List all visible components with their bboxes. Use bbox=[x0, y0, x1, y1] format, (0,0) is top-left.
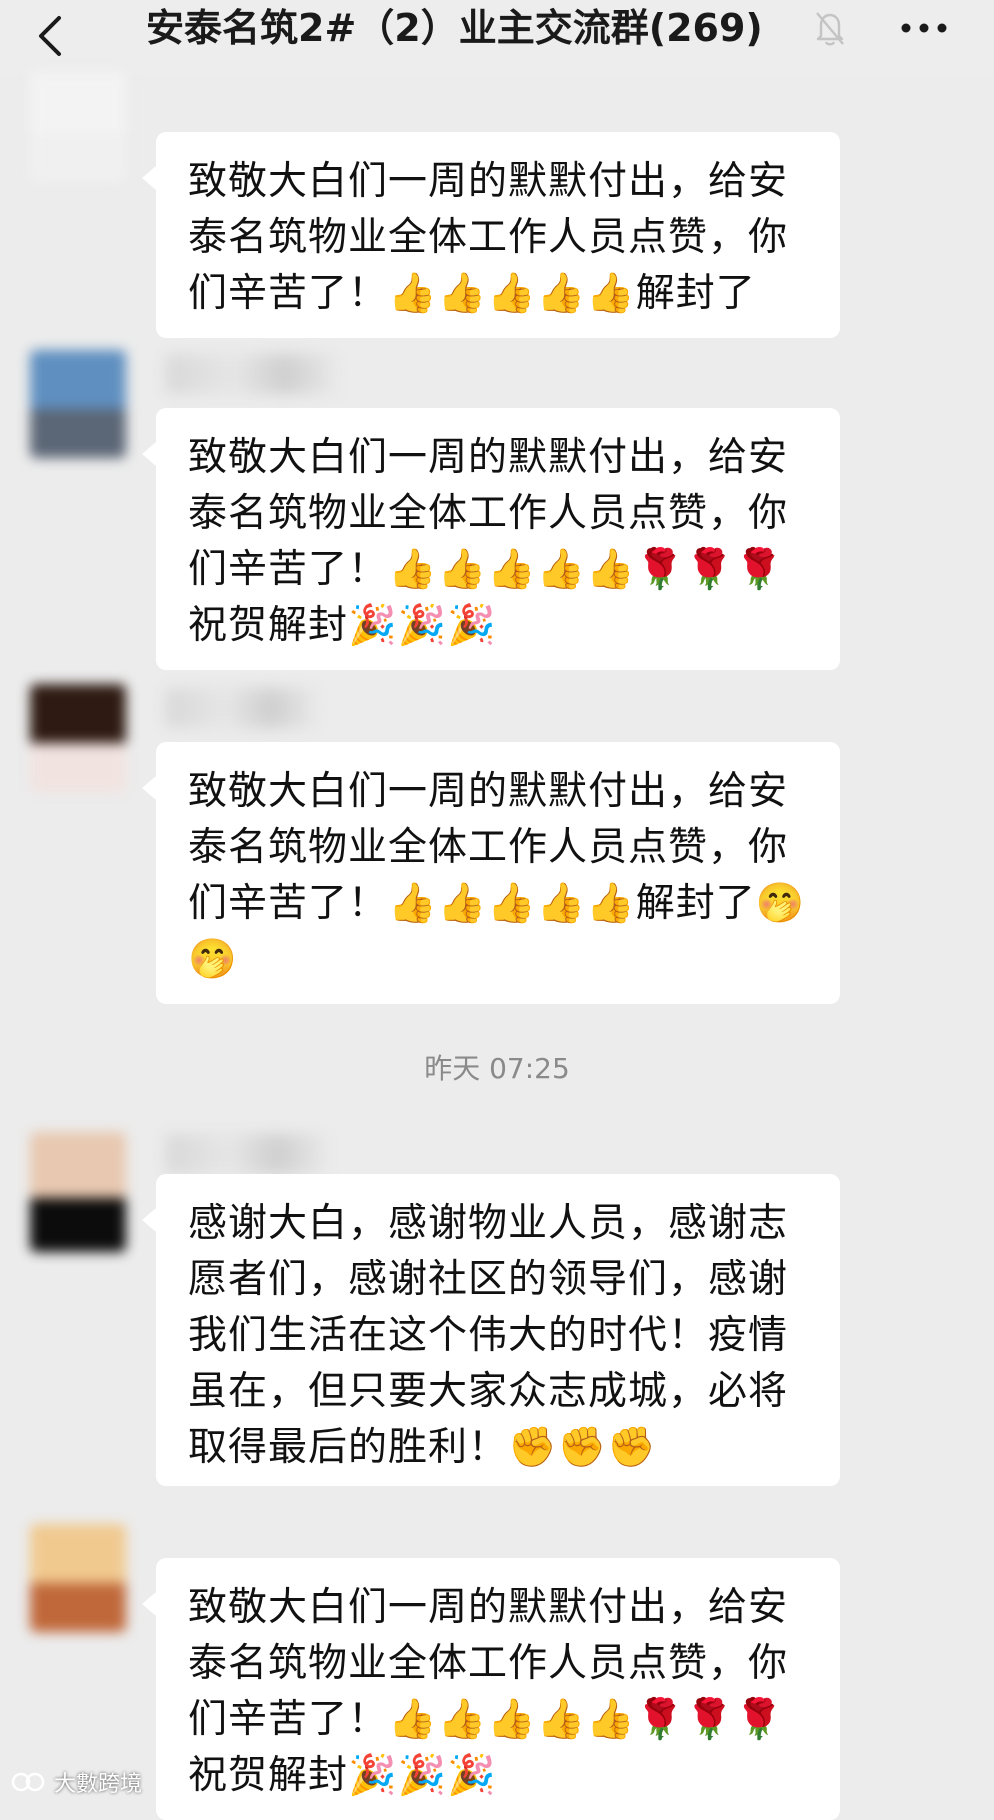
message-text: 感谢大白，感谢物业人员，感谢志愿者们，感谢社区的领导们，感谢我们生活在这个伟大的… bbox=[188, 1201, 789, 1470]
sender-avatar[interactable] bbox=[30, 72, 126, 182]
message-bubble[interactable]: 致敬大白们一周的默默付出，给安泰名筑物业全体工作人员点赞，你们辛苦了！👍👍👍👍👍… bbox=[142, 408, 840, 670]
sender-avatar[interactable] bbox=[30, 1132, 126, 1252]
message-bubble[interactable]: 致敬大白们一周的默默付出，给安泰名筑物业全体工作人员点赞，你们辛苦了！👍👍👍👍👍… bbox=[142, 742, 840, 1004]
watermark-text: 大數跨境 bbox=[54, 1772, 143, 1797]
message-text: 致敬大白们一周的默默付出，给安泰名筑物业全体工作人员点赞，你们辛苦了！👍👍👍👍👍… bbox=[188, 1585, 789, 1798]
chat-header: 安泰名筑2#（2）业主交流群(269) bbox=[0, 0, 994, 76]
message-text: 致敬大白们一周的默默付出，给安泰名筑物业全体工作人员点赞，你们辛苦了！👍👍👍👍👍… bbox=[188, 435, 789, 648]
watermark: 大數跨境 bbox=[10, 1764, 142, 1800]
sender-name bbox=[166, 688, 316, 728]
message-text: 致敬大白们一周的默默付出，给安泰名筑物业全体工作人员点赞，你们辛苦了！👍👍👍👍👍… bbox=[188, 159, 789, 316]
watermark-logo-icon bbox=[11, 1772, 45, 1792]
message-bubble[interactable]: 致敬大白们一周的默默付出，给安泰名筑物业全体工作人员点赞，你们辛苦了！👍👍👍👍👍… bbox=[142, 1558, 840, 1820]
back-button[interactable] bbox=[28, 8, 72, 64]
chat-title: 安泰名筑2#（2）业主交流群(269) bbox=[146, 6, 763, 50]
sender-avatar[interactable] bbox=[30, 684, 126, 792]
message-timestamp: 昨天 07:25 bbox=[424, 1052, 570, 1085]
message-text: 致敬大白们一周的默默付出，给安泰名筑物业全体工作人员点赞，你们辛苦了！👍👍👍👍👍… bbox=[188, 769, 806, 982]
more-button[interactable] bbox=[888, 2, 960, 54]
bell-off-icon bbox=[816, 12, 844, 46]
sender-name bbox=[166, 1134, 326, 1174]
more-dots-icon bbox=[901, 23, 947, 33]
message-bubble[interactable]: 致敬大白们一周的默默付出，给安泰名筑物业全体工作人员点赞，你们辛苦了！👍👍👍👍👍… bbox=[142, 132, 840, 338]
sender-avatar[interactable] bbox=[30, 350, 126, 458]
mute-indicator bbox=[806, 2, 854, 54]
chevron-left-icon bbox=[39, 16, 61, 56]
message-bubble[interactable]: 感谢大白，感谢物业人员，感谢志愿者们，感谢社区的领导们，感谢我们生活在这个伟大的… bbox=[142, 1174, 840, 1486]
sender-name bbox=[166, 354, 336, 394]
sender-avatar[interactable] bbox=[30, 1524, 126, 1632]
